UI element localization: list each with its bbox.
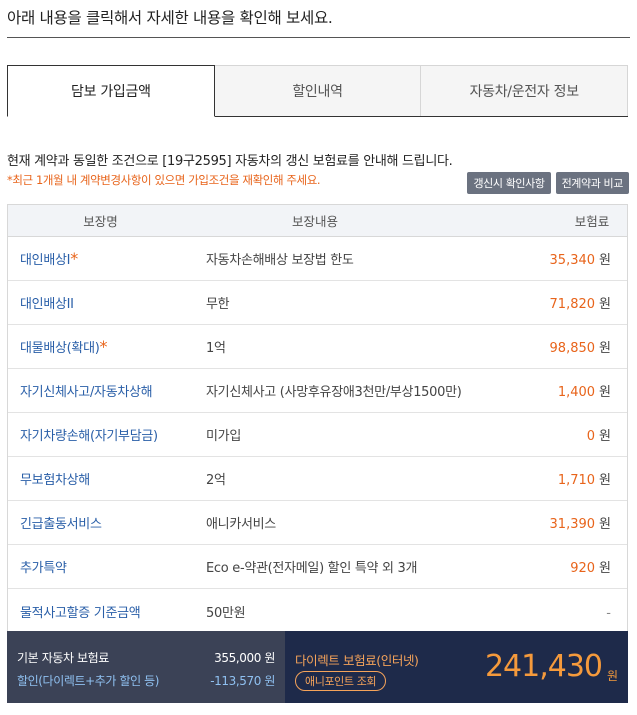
table-row: 자기신체사고/자동차상해 자기신체사고 (사망후유장애3천만/부상1500만) … — [8, 369, 627, 413]
coverage-name-link[interactable]: 물적사고할증 기준금액 — [20, 606, 141, 621]
header-premium: 보험료 — [574, 214, 610, 229]
table-row: 대인배상II 무한 71,820 원 — [8, 281, 627, 325]
coverage-detail: 애니카서비스 — [206, 517, 276, 532]
coverage-detail: 무한 — [206, 297, 230, 312]
divider — [7, 37, 630, 38]
renewal-checklist-button[interactable]: 갱신시 확인사항 — [467, 172, 551, 194]
intro-text: 현재 계약과 동일한 조건으로 [19구2595] 자동차의 갱신 보험료를 안… — [7, 154, 453, 169]
premium-value: - — [606, 605, 611, 621]
discount-label: 할인(다이렉트+추가 할인 등) — [17, 674, 160, 688]
compare-previous-button[interactable]: 전계약과 비교 — [555, 172, 629, 194]
page-title: 아래 내용을 클릭해서 자세한 내용을 확인해 보세요. — [7, 9, 333, 27]
required-mark: * — [70, 249, 79, 268]
coverage-name-link[interactable]: 무보험차상해 — [20, 473, 90, 488]
currency-unit: 원 — [599, 385, 611, 400]
currency-unit: 원 — [599, 429, 611, 444]
premium-value: 35,340 — [549, 253, 596, 268]
premium-value: 1,710 — [557, 473, 596, 488]
coverage-table: 보장명 보장내용 보험료 대인배상I* 자동차손해배상 보장법 한도 35,34… — [7, 204, 628, 634]
coverage-name-link[interactable]: 추가특약 — [20, 561, 67, 576]
base-premium-value: 355,000 원 — [214, 651, 275, 665]
base-premium-label: 기본 자동차 보험료 — [17, 651, 109, 665]
header-coverage-name: 보장명 — [83, 214, 118, 229]
currency-unit: 원 — [599, 341, 611, 356]
premium-value: 1,400 — [557, 385, 596, 400]
currency-unit: 원 — [599, 517, 611, 532]
summary-total: 다이렉트 보험료(인터넷) 애니포인트 조회 241,430 원 — [285, 631, 628, 703]
coverage-name-link[interactable]: 대물배상(확대) — [20, 341, 100, 356]
discount-value: -113,570 원 — [210, 674, 275, 688]
tab-vehicle-driver-info[interactable]: 자동차/운전자 정보 — [421, 65, 629, 116]
coverage-name-link[interactable]: 대인배상I — [20, 253, 70, 268]
total-premium-value: 241,430 — [484, 649, 603, 684]
required-mark: * — [99, 337, 108, 356]
premium-value: 0 — [586, 429, 596, 444]
summary-breakdown: 기본 자동차 보험료 355,000 원 할인(다이렉트+추가 할인 등) -1… — [7, 631, 285, 703]
coverage-name-link[interactable]: 긴급출동서비스 — [20, 517, 102, 532]
tab-bar: 담보 가입금액 할인내역 자동차/운전자 정보 — [7, 65, 629, 117]
premium-value: 71,820 — [549, 297, 596, 312]
direct-premium-label: 다이렉트 보험료(인터넷) — [295, 653, 419, 668]
notice-text: *최근 1개월 내 계약변경사항이 있으면 가입조건을 재확인해 주세요. — [7, 173, 321, 187]
header-coverage-detail: 보장내용 — [291, 214, 338, 229]
tab-coverage-amount[interactable]: 담보 가입금액 — [7, 65, 215, 117]
coverage-detail: 50만원 — [206, 605, 246, 621]
coverage-name-link[interactable]: 자기신체사고/자동차상해 — [20, 385, 153, 400]
coverage-detail: 자동차손해배상 보장법 한도 — [206, 253, 354, 268]
premium-value: 31,390 — [549, 517, 596, 532]
table-row: 무보험차상해 2억 1,710 원 — [8, 457, 627, 501]
coverage-detail: 미가입 — [206, 429, 241, 444]
anipoint-lookup-button[interactable]: 애니포인트 조회 — [295, 671, 387, 691]
table-row: 자기차량손해(자기부담금) 미가입 0원 — [8, 413, 627, 457]
table-row: 대물배상(확대)* 1억 98,850 원 — [8, 325, 627, 369]
premium-value: 920 — [570, 561, 596, 576]
coverage-name-link[interactable]: 대인배상II — [20, 297, 74, 312]
coverage-detail: 2억 — [206, 473, 226, 488]
coverage-name-link[interactable]: 자기차량손해(자기부담금) — [20, 429, 158, 444]
coverage-detail: Eco e-약관(전자메일) 할인 특약 외 3개 — [206, 561, 418, 576]
coverage-detail: 1억 — [206, 341, 226, 356]
currency-unit: 원 — [599, 297, 611, 312]
premium-summary: 기본 자동차 보험료 355,000 원 할인(다이렉트+추가 할인 등) -1… — [7, 631, 628, 703]
table-row: 대인배상I* 자동차손해배상 보장법 한도 35,340 원 — [8, 237, 627, 281]
table-row: 물적사고할증 기준금액 50만원 - — [8, 589, 627, 633]
currency-unit: 원 — [599, 253, 611, 268]
coverage-detail: 자기신체사고 (사망후유장애3천만/부상1500만) — [206, 385, 462, 400]
table-row: 긴급출동서비스 애니카서비스 31,390 원 — [8, 501, 627, 545]
currency-unit: 원 — [599, 561, 611, 576]
currency-unit: 원 — [599, 473, 611, 488]
action-buttons: 갱신시 확인사항 전계약과 비교 — [467, 172, 629, 194]
tab-discount-details[interactable]: 할인내역 — [214, 65, 422, 116]
table-header: 보장명 보장내용 보험료 — [8, 205, 627, 237]
premium-value: 98,850 — [549, 341, 596, 356]
table-row: 추가특약 Eco e-약관(전자메일) 할인 특약 외 3개 920 원 — [8, 545, 627, 589]
total-currency-unit: 원 — [606, 669, 618, 683]
